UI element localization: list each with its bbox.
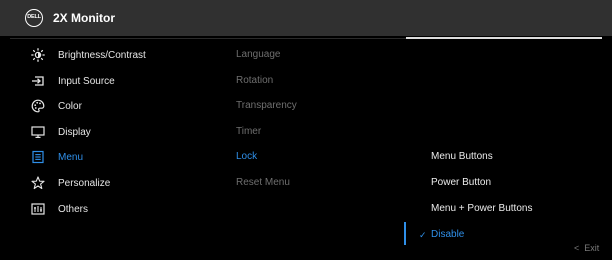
- star-icon: [31, 176, 45, 190]
- lock-option-menu-power-buttons[interactable]: Menu + Power Buttons: [431, 203, 532, 214]
- dell-logo: DELL: [25, 9, 43, 27]
- menu-item-label: Color: [58, 100, 82, 112]
- brightness-icon: [31, 48, 45, 62]
- menu-item-personalize[interactable]: Personalize: [0, 172, 200, 194]
- menu-item-menu[interactable]: Menu: [0, 146, 200, 168]
- menu-item-label: Personalize: [58, 177, 111, 189]
- submenu-item-timer[interactable]: Timer: [236, 126, 261, 137]
- submenu-item-rotation[interactable]: Rotation: [236, 75, 273, 86]
- lock-option-power-button[interactable]: Power Button: [431, 177, 491, 188]
- submenu-item-lock[interactable]: Lock: [236, 151, 257, 162]
- lock-option-menu-buttons[interactable]: Menu Buttons: [431, 151, 493, 162]
- menu-item-label: Input Source: [58, 75, 115, 87]
- lock-option-disable[interactable]: Disable: [431, 229, 464, 240]
- exit-button[interactable]: < Exit: [574, 243, 599, 253]
- menu-item-display[interactable]: Display: [0, 121, 200, 143]
- header-divider-highlight: [406, 37, 602, 39]
- menu-icon: [31, 150, 45, 164]
- display-icon: [31, 125, 45, 139]
- monitor-title: 2X Monitor: [53, 11, 115, 25]
- chevron-left-icon: <: [574, 243, 580, 253]
- color-palette-icon: [31, 99, 45, 113]
- header-divider: [10, 38, 406, 39]
- selection-indicator: [404, 222, 406, 245]
- menu-item-color[interactable]: Color: [0, 95, 200, 117]
- input-source-icon: [31, 74, 45, 88]
- menu-item-label: Display: [58, 126, 91, 138]
- menu-item-input-source[interactable]: Input Source: [0, 70, 200, 92]
- submenu-item-reset-menu[interactable]: Reset Menu: [236, 177, 290, 188]
- monitor-osd: DELL 2X Monitor Brightness/Contrast Inpu…: [0, 0, 612, 260]
- others-icon: [31, 202, 45, 216]
- submenu-item-language[interactable]: Language: [236, 49, 281, 60]
- menu-item-label: Others: [58, 203, 89, 215]
- exit-label: Exit: [584, 243, 600, 253]
- osd-header: DELL 2X Monitor: [0, 0, 612, 36]
- menu-item-label: Brightness/Contrast: [58, 49, 146, 61]
- menu-item-others[interactable]: Others: [0, 198, 200, 220]
- menu-item-label: Menu: [58, 151, 84, 163]
- menu-item-brightness-contrast[interactable]: Brightness/Contrast: [0, 44, 200, 66]
- checkmark-icon: ✓: [419, 230, 427, 240]
- submenu-item-transparency[interactable]: Transparency: [236, 100, 297, 111]
